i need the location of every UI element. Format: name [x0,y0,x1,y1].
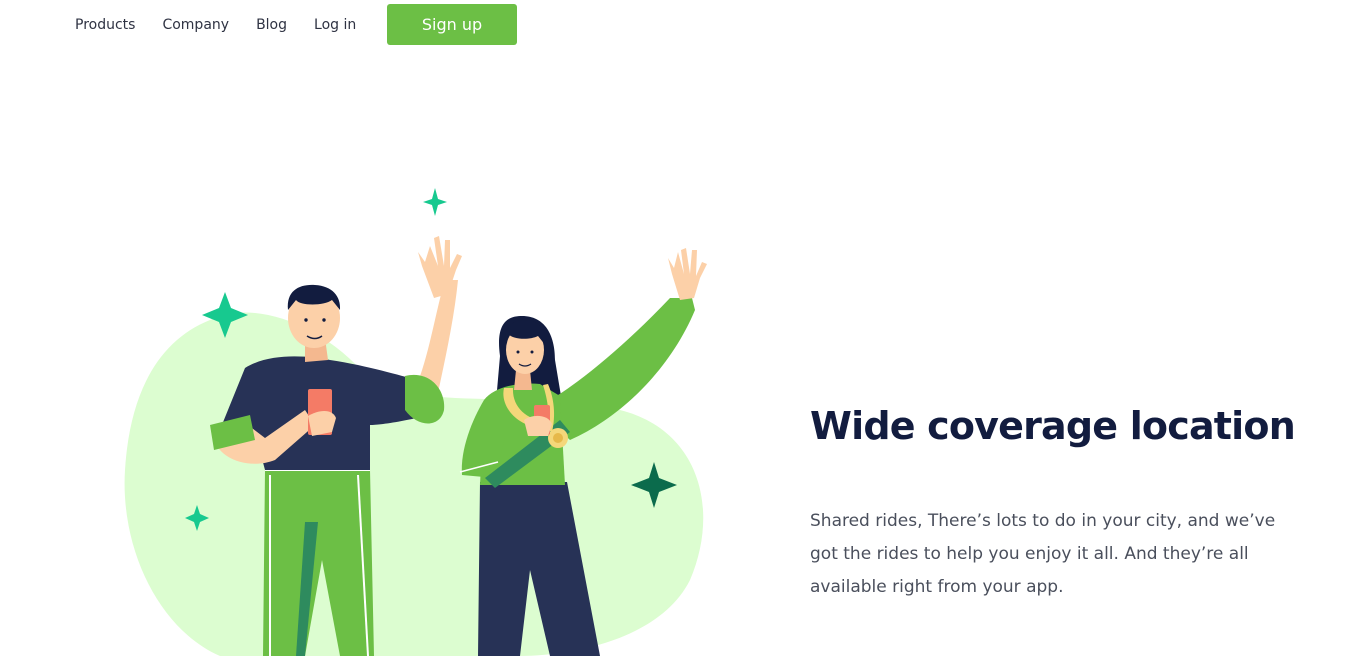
sparkle-icon [423,188,447,216]
top-navigation: Products Company Blog Log in [75,0,383,50]
signup-button[interactable]: Sign up [387,4,517,45]
section-description: Shared rides, There’s lots to do in your… [810,511,1276,597]
nav-link-company[interactable]: Company [162,0,229,50]
nav-link-blog[interactable]: Blog [256,0,287,50]
hero-illustration [124,188,707,656]
nav-link-login[interactable]: Log in [314,0,356,50]
section-title: Wide coverage location [810,404,1296,448]
nav-link-products[interactable]: Products [75,0,135,50]
